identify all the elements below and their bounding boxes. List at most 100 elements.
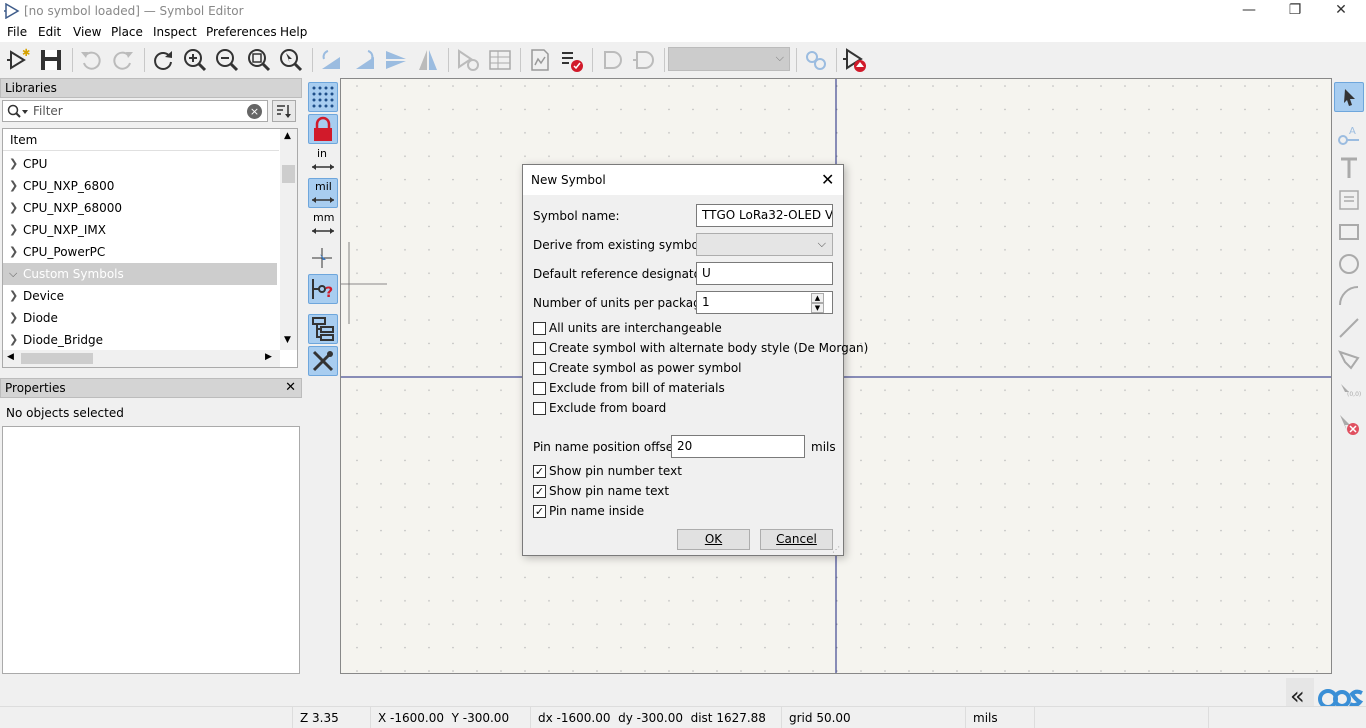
units-mil-button[interactable]: mil bbox=[308, 178, 338, 208]
unit-left-icon[interactable] bbox=[599, 47, 625, 73]
grid-toggle-button[interactable] bbox=[308, 82, 338, 112]
refdes-input[interactable]: U bbox=[696, 262, 833, 285]
chevron-right-icon[interactable]: ❯ bbox=[9, 241, 18, 263]
lock-toggle-button[interactable] bbox=[308, 114, 338, 144]
unit-selector-dropdown[interactable]: ⌵ bbox=[668, 47, 790, 71]
unit-right-icon[interactable] bbox=[631, 47, 657, 73]
list-item-selected[interactable]: ⌵ Custom Symbols bbox=[3, 263, 277, 285]
list-item[interactable]: ❯ CPU_NXP_6800 bbox=[3, 175, 277, 197]
checkbox-box[interactable] bbox=[533, 402, 546, 415]
cancel-button[interactable]: Cancel bbox=[760, 529, 833, 550]
close-icon[interactable]: ✕ bbox=[821, 170, 834, 189]
zoom-fit-icon[interactable] bbox=[246, 47, 272, 73]
list-item[interactable]: ❯ CPU_PowerPC bbox=[3, 241, 277, 263]
ok-button[interactable]: OK bbox=[677, 529, 750, 550]
checkbox-box[interactable] bbox=[533, 342, 546, 355]
pin-sync-icon[interactable] bbox=[803, 47, 829, 73]
pin-offset-input[interactable]: 20 bbox=[671, 435, 805, 458]
zoom-selection-icon[interactable] bbox=[278, 47, 304, 73]
chevron-right-icon[interactable]: ❯ bbox=[9, 197, 18, 219]
rotate-cw-icon[interactable] bbox=[352, 47, 378, 73]
scroll-right-icon[interactable]: ▶ bbox=[265, 352, 272, 362]
mirror-h-icon[interactable] bbox=[415, 47, 441, 73]
restore-button[interactable]: ❐ bbox=[1272, 0, 1318, 22]
menu-view[interactable]: View bbox=[73, 25, 101, 39]
sort-button[interactable] bbox=[272, 100, 296, 122]
units-mm-button[interactable]: mm bbox=[308, 210, 338, 240]
scroll-down-icon[interactable]: ▼ bbox=[284, 335, 291, 345]
mirror-v-icon[interactable] bbox=[383, 47, 409, 73]
menu-inspect[interactable]: Inspect bbox=[153, 25, 197, 39]
tree-vertical-scrollbar[interactable]: ▲ ▼ bbox=[280, 129, 297, 350]
checkbox-box[interactable] bbox=[533, 322, 546, 335]
chevron-right-icon[interactable]: ❯ bbox=[9, 329, 18, 351]
derive-select[interactable]: ⌵ bbox=[696, 233, 833, 256]
list-item[interactable]: ❯ Diode_Bridge bbox=[3, 329, 277, 351]
checkbox-box[interactable] bbox=[533, 382, 546, 395]
checkbox-box[interactable]: ✓ bbox=[533, 485, 546, 498]
menu-place[interactable]: Place bbox=[111, 25, 143, 39]
symbol-properties-icon[interactable] bbox=[455, 47, 481, 73]
check-symbol-icon[interactable] bbox=[559, 47, 585, 73]
filter-input[interactable]: Filter × bbox=[2, 100, 268, 122]
clear-icon[interactable]: × bbox=[247, 104, 262, 119]
units-inches-button[interactable]: in bbox=[308, 146, 338, 176]
export-symbol-icon[interactable] bbox=[842, 47, 868, 73]
datasheet-icon[interactable] bbox=[527, 47, 553, 73]
list-item[interactable]: ❯ CPU bbox=[3, 153, 277, 175]
undo-icon[interactable] bbox=[78, 47, 104, 73]
zoom-out-icon[interactable] bbox=[214, 47, 240, 73]
list-item[interactable]: ❯ Diode bbox=[3, 307, 277, 329]
resize-grip-icon[interactable]: ⋰ bbox=[832, 545, 840, 554]
pin-icon[interactable]: A bbox=[1337, 120, 1361, 148]
scroll-left-icon[interactable]: ◀ bbox=[7, 352, 14, 362]
rectangle-icon[interactable] bbox=[1337, 220, 1361, 244]
arc-icon[interactable] bbox=[1337, 284, 1361, 308]
rotate-ccw-icon[interactable] bbox=[318, 47, 344, 73]
chevron-right-icon[interactable]: ❯ bbox=[9, 285, 18, 307]
scrollbar-thumb[interactable] bbox=[282, 165, 295, 183]
menu-preferences[interactable]: Preferences bbox=[206, 25, 277, 39]
list-item[interactable]: ❯ CPU_NXP_IMX bbox=[3, 219, 277, 241]
redo-icon[interactable] bbox=[110, 47, 136, 73]
close-button[interactable]: ✕ bbox=[1318, 0, 1364, 22]
tree-horizontal-scrollbar[interactable]: ◀ ▶ bbox=[3, 350, 280, 367]
text-icon[interactable] bbox=[1337, 156, 1361, 180]
hierarchy-button[interactable] bbox=[308, 314, 338, 344]
crosshair-cursor-button[interactable] bbox=[308, 244, 338, 274]
zoom-in-icon[interactable] bbox=[182, 47, 208, 73]
chevron-right-icon[interactable]: ❯ bbox=[9, 219, 18, 241]
scroll-up-icon[interactable]: ▲ bbox=[284, 131, 291, 141]
list-item[interactable]: ❯ Device bbox=[3, 285, 277, 307]
close-icon[interactable]: ✕ bbox=[285, 379, 296, 397]
circle-icon[interactable] bbox=[1337, 252, 1361, 276]
menu-edit[interactable]: Edit bbox=[38, 25, 61, 39]
pin-help-button[interactable]: ? bbox=[308, 274, 338, 304]
chevron-right-icon[interactable]: ❯ bbox=[9, 307, 18, 329]
checkbox-box[interactable]: ✓ bbox=[533, 465, 546, 478]
spin-down-button[interactable]: ▼ bbox=[811, 303, 824, 313]
menu-file[interactable]: File bbox=[7, 25, 27, 39]
tools-button[interactable] bbox=[308, 346, 338, 376]
line-icon[interactable] bbox=[1337, 316, 1361, 340]
symbol-name-input[interactable]: TTGO LoRa32-OLED V1.0 bbox=[696, 204, 833, 227]
anchor-icon[interactable]: (0,0) bbox=[1337, 380, 1361, 404]
scrollbar-thumb[interactable] bbox=[21, 353, 93, 364]
menu-help[interactable]: Help bbox=[280, 25, 307, 39]
delete-icon[interactable] bbox=[1337, 412, 1361, 436]
refresh-icon[interactable] bbox=[150, 47, 176, 73]
save-icon[interactable] bbox=[38, 47, 64, 73]
minimize-button[interactable]: — bbox=[1226, 0, 1272, 22]
polygon-icon[interactable] bbox=[1337, 348, 1361, 372]
textbox-icon[interactable] bbox=[1337, 188, 1361, 212]
pin-table-icon[interactable] bbox=[487, 47, 513, 73]
select-tool-button[interactable] bbox=[1334, 82, 1364, 112]
checkbox-box[interactable]: ✓ bbox=[533, 505, 546, 518]
new-symbol-icon[interactable]: ✱ bbox=[6, 47, 32, 73]
chevron-down-icon[interactable]: ⌵ bbox=[9, 263, 17, 285]
chevron-right-icon[interactable]: ❯ bbox=[9, 175, 18, 197]
spin-up-button[interactable]: ▲ bbox=[811, 293, 824, 303]
checkbox-box[interactable] bbox=[533, 362, 546, 375]
chevron-right-icon[interactable]: ❯ bbox=[9, 153, 18, 175]
list-item[interactable]: ❯ CPU_NXP_68000 bbox=[3, 197, 277, 219]
